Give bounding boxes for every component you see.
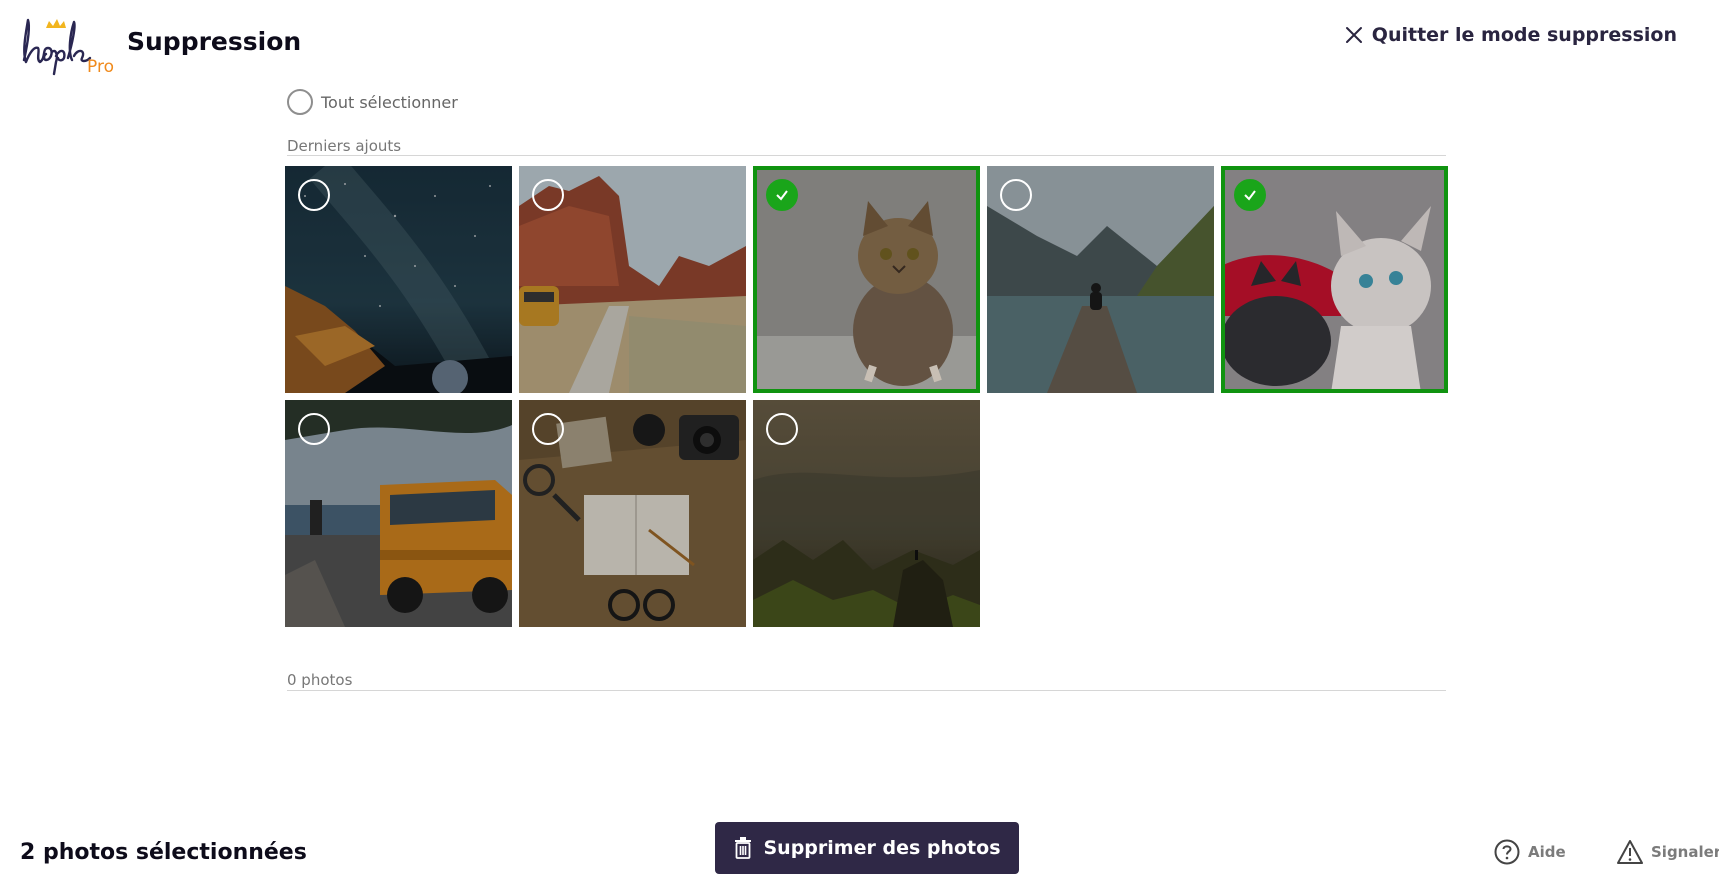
help-button[interactable]: Aide xyxy=(1494,839,1566,865)
quit-label: Quitter le mode suppression xyxy=(1371,24,1677,46)
help-icon xyxy=(1494,839,1520,865)
photo-select-checkbox[interactable] xyxy=(532,179,564,211)
quit-delete-mode-button[interactable]: Quitter le mode suppression xyxy=(1345,24,1677,46)
photo-select-checkbox[interactable] xyxy=(1000,179,1032,211)
photo-select-checkbox[interactable] xyxy=(1234,179,1266,211)
photo-tile-lake-dock[interactable] xyxy=(987,166,1214,393)
selection-count: 2 photos sélectionnées xyxy=(20,840,307,865)
photo-select-checkbox[interactable] xyxy=(766,413,798,445)
photo-tile-desert-road[interactable] xyxy=(519,166,746,393)
page-title: Suppression xyxy=(127,27,302,56)
select-all-label: Tout sélectionner xyxy=(321,92,458,112)
photo-tile-beach-van[interactable] xyxy=(285,400,512,627)
photo-tile-starry-sky[interactable] xyxy=(285,166,512,393)
photo-tile-travel-desk[interactable] xyxy=(519,400,746,627)
section-divider xyxy=(287,155,1446,156)
radio-icon[interactable] xyxy=(287,89,313,115)
photo-select-checkbox[interactable] xyxy=(766,179,798,211)
section-title-recent: Derniers ajouts xyxy=(287,137,402,155)
report-button[interactable]: Signaler xyxy=(1617,839,1719,865)
warning-icon xyxy=(1617,840,1643,864)
photo-select-checkbox[interactable] xyxy=(532,413,564,445)
app-root: Pro Suppression Quitter le mode suppress… xyxy=(0,0,1719,875)
photo-select-checkbox[interactable] xyxy=(298,413,330,445)
section-divider xyxy=(287,690,1446,691)
report-label: Signaler xyxy=(1651,843,1719,861)
photo-tile-kittens-blanket[interactable] xyxy=(1221,166,1448,393)
photo-tile-misty-mountains[interactable] xyxy=(753,400,980,627)
photo-grid xyxy=(285,166,1448,627)
select-all-toggle[interactable]: Tout sélectionner xyxy=(287,89,458,115)
section-title-empty: 0 photos xyxy=(287,671,353,689)
crown-icon xyxy=(46,19,66,28)
photo-select-checkbox[interactable] xyxy=(298,179,330,211)
close-icon xyxy=(1345,27,1362,43)
hopla-logo[interactable]: Pro xyxy=(16,12,114,77)
photo-tile-kitten[interactable] xyxy=(753,166,980,393)
check-icon xyxy=(1244,190,1256,201)
delete-photos-label: Supprimer des photos xyxy=(763,837,1001,859)
logo-pro-badge: Pro xyxy=(87,57,114,77)
check-icon xyxy=(776,190,788,201)
delete-photos-button[interactable]: Supprimer des photos xyxy=(715,822,1019,874)
trash-icon xyxy=(734,837,751,859)
help-label: Aide xyxy=(1528,843,1566,861)
